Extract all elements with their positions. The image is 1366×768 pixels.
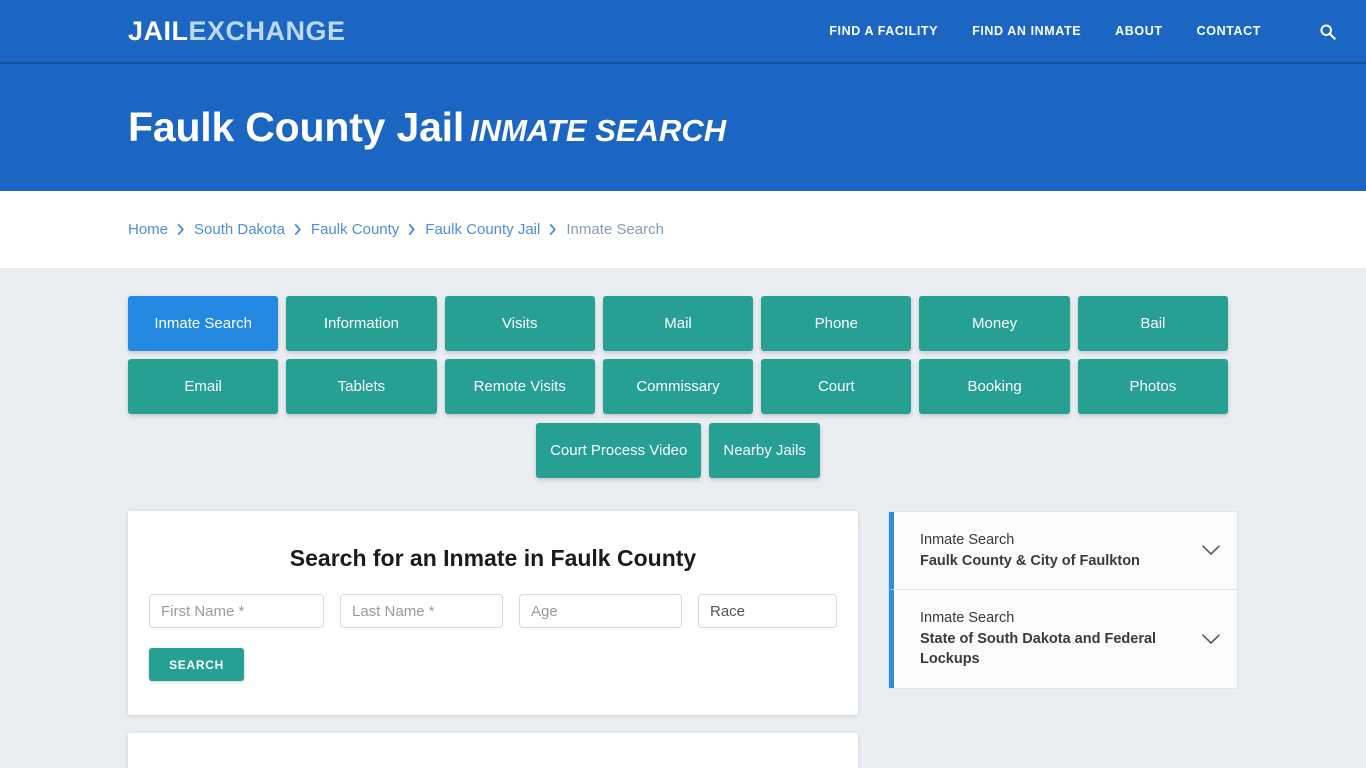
- accordion-item-state-federal[interactable]: Inmate Search State of South Dakota and …: [889, 590, 1237, 688]
- tab-bail[interactable]: Bail: [1077, 296, 1228, 351]
- page-hero: Faulk County Jail INMATE SEARCH: [0, 64, 1366, 191]
- race-select[interactable]: Race: [698, 594, 837, 628]
- tab-remote-visits[interactable]: Remote Visits: [444, 359, 595, 414]
- tab-email[interactable]: Email: [128, 359, 279, 414]
- last-name-input[interactable]: [340, 594, 503, 628]
- accordion-item-line1: Inmate Search: [920, 610, 1015, 627]
- main-column: Search for an Inmate in Faulk County Rac…: [128, 511, 858, 768]
- nav-links: FIND A FACILITY FIND AN INMATE ABOUT CON…: [829, 23, 1336, 40]
- tab-photos[interactable]: Photos: [1077, 359, 1228, 414]
- tab-information[interactable]: Information: [286, 296, 437, 351]
- content-columns: Search for an Inmate in Faulk County Rac…: [128, 511, 1238, 768]
- top-navigation-bar: JAILEXCHANGE FIND A FACILITY FIND AN INM…: [0, 0, 1366, 64]
- page-body: Inmate Search Information Visits Mail Ph…: [0, 268, 1366, 768]
- breadcrumb-chevron-icon: [408, 224, 416, 235]
- accordion-item-line1: Inmate Search: [920, 532, 1015, 548]
- accordion-item-line2: Faulk County & City of Faulkton: [920, 552, 1140, 569]
- breadcrumb-chevron-icon: [549, 224, 557, 235]
- accordion-item-line2: State of South Dakota and Federal Lockup…: [920, 630, 1157, 668]
- tab-booking[interactable]: Booking: [919, 359, 1070, 414]
- tab-mail[interactable]: Mail: [602, 296, 754, 351]
- page-title-main: Faulk County Jail: [128, 103, 465, 150]
- page-title-sub: INMATE SEARCH: [470, 112, 727, 148]
- chevron-down-icon[interactable]: [1201, 541, 1221, 561]
- section-tab-buttons-row3: Court Process Video Nearby Jails: [128, 423, 1228, 478]
- tab-inmate-search[interactable]: Inmate Search: [128, 296, 279, 351]
- tab-court[interactable]: Court: [761, 359, 912, 414]
- age-input[interactable]: [519, 594, 682, 628]
- nav-find-a-facility[interactable]: FIND A FACILITY: [829, 24, 938, 38]
- nav-find-an-inmate[interactable]: FIND AN INMATE: [972, 24, 1081, 38]
- search-button[interactable]: SEARCH: [149, 648, 244, 681]
- nav-contact[interactable]: CONTACT: [1197, 24, 1261, 38]
- logo-part-jail: JAIL: [128, 15, 189, 46]
- breadcrumb-chevron-icon: [294, 224, 302, 235]
- tab-commissary[interactable]: Commissary: [602, 359, 754, 414]
- breadcrumb-item-faulk-county-jail[interactable]: Faulk County Jail: [425, 221, 540, 238]
- chevron-down-icon[interactable]: [1201, 629, 1221, 649]
- tab-court-process-video[interactable]: Court Process Video: [536, 423, 702, 478]
- breadcrumb: Home South Dakota Faulk County Faulk Cou…: [128, 221, 664, 238]
- site-logo[interactable]: JAILEXCHANGE: [128, 15, 346, 46]
- inmate-search-form: Race: [148, 594, 838, 628]
- breadcrumb-item-faulk-county[interactable]: Faulk County: [311, 221, 399, 238]
- page-title: Faulk County Jail INMATE SEARCH: [128, 103, 727, 150]
- tab-money[interactable]: Money: [919, 296, 1070, 351]
- first-name-input[interactable]: [149, 594, 324, 628]
- search-form-heading: Search for an Inmate in Faulk County: [289, 545, 697, 571]
- secondary-content-card: [128, 733, 858, 768]
- breadcrumb-chevron-icon: [177, 224, 185, 235]
- section-tab-buttons: Inmate Search Information Visits Mail Ph…: [128, 296, 1228, 414]
- logo-part-exchange: EXCHANGE: [188, 15, 346, 46]
- nav-about[interactable]: ABOUT: [1115, 24, 1162, 38]
- breadcrumb-item-south-dakota[interactable]: South Dakota: [194, 221, 285, 238]
- tab-phone[interactable]: Phone: [761, 296, 912, 351]
- sidebar-column: Inmate Search Faulk County & City of Fau…: [888, 511, 1238, 768]
- search-icon[interactable]: [1319, 23, 1336, 40]
- tab-nearby-jails[interactable]: Nearby Jails: [709, 423, 820, 478]
- breadcrumb-item-inmate-search: Inmate Search: [566, 221, 664, 238]
- inmate-search-accordion: Inmate Search Faulk County & City of Fau…: [888, 511, 1238, 689]
- inmate-search-card: Search for an Inmate in Faulk County Rac…: [128, 511, 858, 715]
- tab-tablets[interactable]: Tablets: [286, 359, 437, 414]
- accordion-item-faulk-county[interactable]: Inmate Search Faulk County & City of Fau…: [889, 512, 1237, 591]
- accordion-item-text: Inmate Search Faulk County & City of Fau…: [920, 530, 1191, 571]
- breadcrumb-item-home[interactable]: Home: [128, 221, 168, 238]
- breadcrumb-bar: Home South Dakota Faulk County Faulk Cou…: [0, 191, 1366, 268]
- accordion-item-text: Inmate Search State of South Dakota and …: [920, 608, 1191, 670]
- tab-visits[interactable]: Visits: [444, 296, 595, 351]
